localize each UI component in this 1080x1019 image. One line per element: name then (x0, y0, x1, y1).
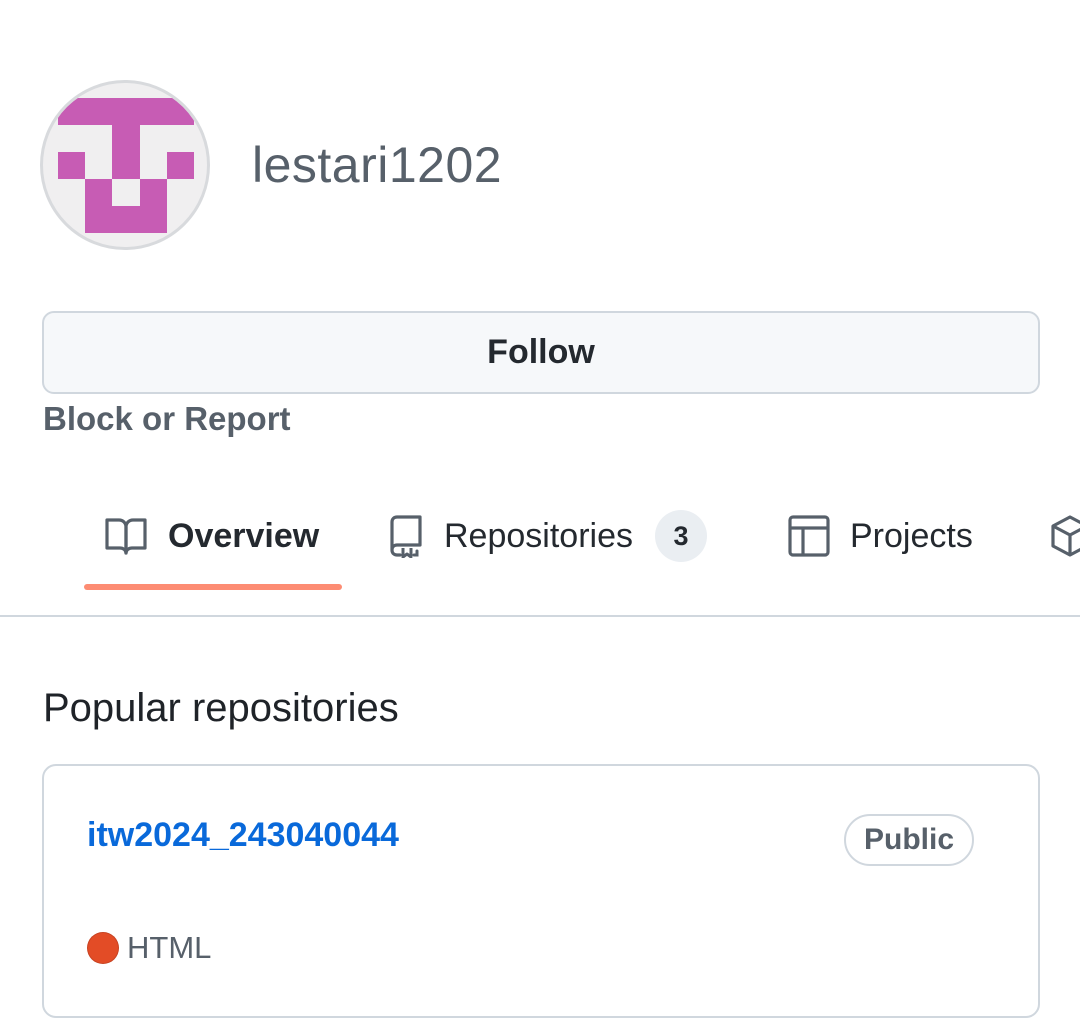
block-or-report-link[interactable]: Block or Report (43, 400, 291, 438)
repo-name-link[interactable]: itw2024_243040044 (87, 816, 399, 855)
language-label: HTML (127, 930, 212, 965)
follow-button[interactable]: Follow (42, 311, 1040, 394)
profile-tabs: Overview Repositories 3 Projects (0, 480, 1080, 617)
table-icon (788, 515, 830, 557)
popular-repositories-heading: Popular repositories (43, 686, 399, 730)
tab-packages[interactable] (1050, 506, 1080, 566)
active-tab-underline (84, 584, 342, 590)
repo-language: HTML (87, 930, 211, 966)
avatar[interactable] (40, 80, 210, 250)
identicon (58, 98, 194, 233)
tab-projects[interactable]: Projects (788, 506, 973, 566)
repo-icon (390, 515, 422, 558)
package-icon (1051, 515, 1080, 557)
tab-repositories[interactable]: Repositories 3 (388, 506, 707, 566)
repositories-count-badge: 3 (654, 510, 707, 562)
username: lestari1202 (252, 137, 503, 193)
tab-repositories-label: Repositories (444, 516, 633, 555)
language-color-dot (87, 932, 119, 964)
profile-header: lestari1202 (40, 80, 502, 250)
book-icon (105, 518, 147, 555)
repo-card: itw2024_243040044 Public HTML (42, 764, 1040, 1018)
tab-overview[interactable]: Overview (104, 506, 319, 566)
tab-projects-label: Projects (850, 516, 973, 555)
tab-overview-label: Overview (168, 516, 320, 555)
visibility-badge: Public (843, 814, 974, 866)
